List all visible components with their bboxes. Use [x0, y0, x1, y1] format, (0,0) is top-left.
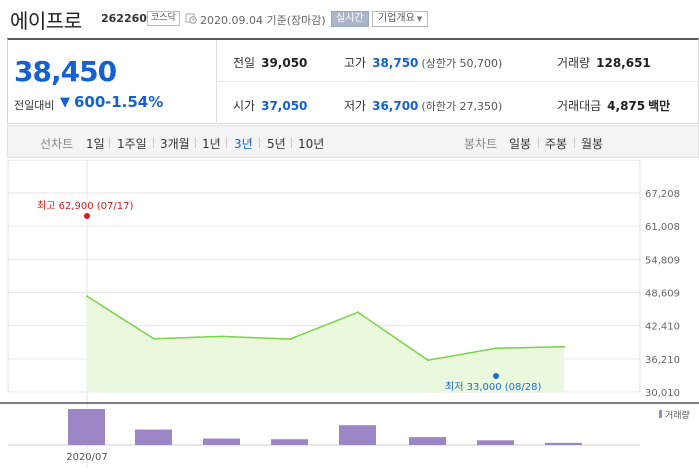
volume-bar — [271, 439, 308, 445]
y-tick-label: 61,008 — [645, 222, 680, 233]
volume-legend-swatch — [659, 410, 662, 418]
price-point — [427, 359, 429, 362]
open-item: 시가 37,050 — [233, 97, 307, 114]
high-marker — [84, 213, 90, 220]
current-price-box: 38,450 전일대비 ▼ 600 -1.54% — [8, 40, 217, 124]
change-rate: -1.54% — [105, 93, 164, 111]
x-tick-label: 2020/07 — [66, 452, 108, 463]
period-5years[interactable]: 5년 — [267, 135, 286, 152]
volume-label: 거래량 — [557, 56, 591, 70]
prev-close-value: 39,050 — [261, 56, 308, 70]
high-value: 38,750 — [372, 56, 419, 70]
price-area — [87, 296, 564, 392]
candle-chart-label: 봉차트 — [464, 137, 498, 151]
amount-label: 거래대금 — [557, 99, 602, 113]
quote-date: 2020.09.04 기준(장마감) — [200, 14, 326, 27]
volume-legend-label: 거래량 — [665, 409, 690, 421]
volume-bar — [135, 429, 172, 445]
open-value: 37,050 — [261, 99, 308, 113]
volume-bar — [339, 425, 376, 445]
divider — [153, 137, 154, 148]
price-point — [563, 345, 565, 348]
period-3years[interactable]: 3년 — [234, 135, 253, 152]
y-tick-label: 42,410 — [645, 322, 680, 333]
period-3months[interactable]: 3개월 — [160, 135, 190, 152]
amount-item: 거래대금 4,875 백만 — [557, 97, 670, 114]
down-arrow-icon: ▼ — [60, 95, 70, 110]
price-point — [357, 311, 359, 314]
high-label: 고가 — [344, 56, 367, 70]
divider — [259, 137, 260, 148]
price-point — [495, 347, 497, 350]
prev-close-item: 전일 39,050 — [233, 54, 307, 71]
divider — [195, 137, 196, 148]
chart-period-bar: 선차트 1일 1주일 3개월 1년 3년 5년 10년 봉차트 일봉 주봉 월봉 — [7, 125, 699, 158]
open-label: 시가 — [233, 99, 256, 113]
stock-name: 에이프로 — [10, 9, 82, 33]
volume-bar — [409, 437, 446, 445]
low-value: 36,700 — [372, 99, 419, 113]
amount-unit: 백만 — [648, 99, 671, 113]
divider — [291, 137, 292, 148]
lower-limit: (하한가 27,350) — [421, 100, 503, 113]
realtime-button[interactable]: 실시간 — [331, 11, 369, 27]
y-tick-label: 48,609 — [645, 289, 680, 300]
candle-weekly[interactable]: 주봉 — [545, 135, 567, 152]
price-point — [86, 295, 88, 298]
low-item: 저가 36,700 (하한가 27,350) — [344, 97, 502, 114]
y-tick-label: 30,010 — [645, 388, 680, 399]
y-tick-label: 54,809 — [645, 255, 680, 266]
volume-value: 128,651 — [596, 56, 651, 70]
candle-daily[interactable]: 일봉 — [509, 135, 531, 152]
price-point — [289, 338, 291, 341]
company-overview-button[interactable]: 기업개요 ▼ — [372, 11, 429, 27]
price-point — [221, 335, 223, 338]
divider — [538, 137, 539, 148]
company-overview-label: 기업개요 — [378, 13, 415, 24]
quote-divider — [217, 81, 699, 82]
period-10years[interactable]: 10년 — [298, 135, 324, 152]
divider — [574, 137, 575, 148]
high-item: 고가 38,750 (상한가 50,700) — [344, 54, 502, 71]
period-1year[interactable]: 1년 — [202, 135, 221, 152]
volume-bar — [203, 438, 240, 445]
change-value: 600 — [74, 93, 106, 111]
stock-header: 에이프로 262260 코스닥 2020.09.04 기준(장마감) 실시간 기… — [0, 0, 699, 38]
high-annotation: 최고 62,900 (07/17) — [37, 200, 133, 212]
upper-limit: (상한가 50,700) — [421, 57, 503, 70]
volume-item: 거래량 128,651 — [557, 54, 651, 71]
market-badge: 코스닥 — [147, 11, 180, 26]
low-annotation: 최저 33,000 (08/28) — [445, 381, 541, 393]
candle-monthly[interactable]: 월봉 — [581, 135, 603, 152]
line-chart-label: 선차트 — [40, 137, 74, 151]
period-1week[interactable]: 1주일 — [117, 135, 147, 152]
stock-code: 262260 — [101, 12, 147, 25]
prev-close-label: 전일 — [233, 56, 256, 70]
y-tick-label: 67,208 — [645, 189, 680, 200]
chevron-down-icon: ▼ — [416, 15, 423, 23]
quote-panel: 38,450 전일대비 ▼ 600 -1.54% 전일 39,050 고가 38,7… — [7, 38, 699, 124]
price-chart-svg: 67,208 61,008 54,809 48,609 42,410 36,210 30,0… — [0, 160, 699, 468]
low-marker — [493, 373, 499, 380]
amount-value: 4,875 — [607, 99, 646, 113]
volume-bar — [477, 440, 514, 445]
y-tick-label: 36,210 — [645, 355, 680, 366]
clock-icon — [185, 13, 197, 24]
divider — [226, 137, 227, 148]
price-chart: 67,208 61,008 54,809 48,609 42,410 36,210 30,0… — [0, 160, 699, 468]
volume-bar — [545, 442, 582, 445]
period-1day[interactable]: 1일 — [86, 135, 105, 152]
low-label: 저가 — [344, 99, 367, 113]
current-price: 38,450 — [14, 55, 117, 88]
volume-bar — [68, 409, 105, 445]
change-label: 전일대비 — [14, 99, 55, 112]
price-point — [153, 337, 155, 340]
divider — [109, 137, 110, 148]
